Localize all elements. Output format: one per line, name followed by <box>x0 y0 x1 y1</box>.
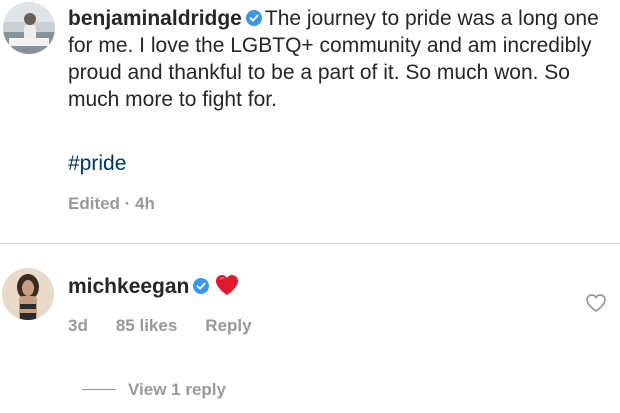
view-replies-button[interactable]: View 1 reply <box>82 380 226 400</box>
commenter-username[interactable]: michkeegan <box>68 275 189 298</box>
poster-username[interactable]: benjaminaldridge <box>68 7 242 30</box>
comment-time: 3d <box>68 316 88 335</box>
replies-divider-line <box>82 389 116 390</box>
post-caption-section: benjaminaldridge The journey to pride was… <box>0 0 620 240</box>
comment: michkeegan <box>68 273 240 300</box>
red-heart-emoji-icon <box>214 273 240 297</box>
pride-hashtag-link[interactable]: #pride <box>68 150 126 177</box>
reply-button[interactable]: Reply <box>205 316 251 335</box>
commenter-avatar-image <box>2 268 54 320</box>
comment-likes[interactable]: 85 likes <box>116 316 177 335</box>
view-replies-label[interactable]: View 1 reply <box>128 380 226 399</box>
post-meta: Edited · 4h <box>68 194 155 213</box>
poster-avatar[interactable] <box>3 2 55 54</box>
comment-actions: 3d 85 likes Reply <box>68 316 280 336</box>
heart-outline-icon[interactable] <box>585 293 607 313</box>
commenter-avatar[interactable] <box>2 268 54 320</box>
divider <box>0 243 620 244</box>
verified-badge-icon <box>245 6 262 26</box>
verified-badge-icon <box>193 274 210 294</box>
post-caption: benjaminaldridge The journey to pride was… <box>68 5 613 113</box>
poster-avatar-image <box>3 2 55 54</box>
